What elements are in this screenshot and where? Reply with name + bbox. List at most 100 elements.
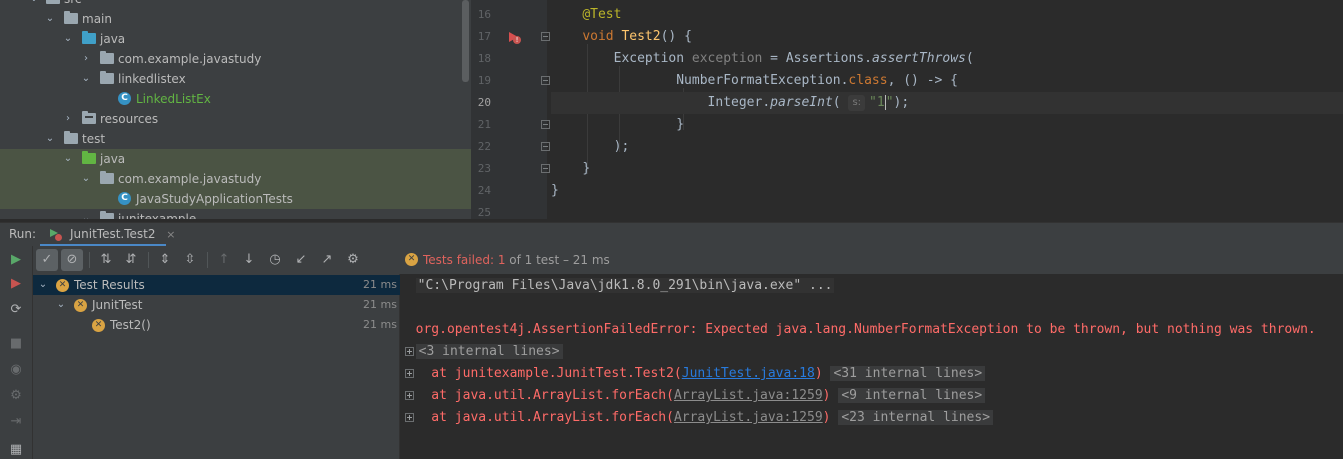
test-failed-icon: ✕ (74, 299, 87, 312)
project-tree: ⌄ src ⌄ main ⌄ java › com.example.javast… (0, 0, 471, 219)
console-output[interactable]: "C:\Program Files\Java\jdk1.8.0_291\bin\… (400, 274, 1343, 459)
source-link[interactable]: ArrayList.java:1259 (674, 388, 823, 403)
toolbar-divider (148, 252, 149, 268)
code-editor[interactable]: 16 17 18 19 20 21 22 23 24 25 ! @Test vo… (471, 0, 1343, 219)
sort-by-duration-icon[interactable]: ⇵ (120, 249, 142, 271)
previous-failed-icon[interactable]: ↑ (213, 249, 235, 271)
show-ignored-icon[interactable]: ⊘ (61, 249, 83, 271)
export-icon[interactable]: ⇥ (8, 414, 24, 430)
tree-item-app-tests[interactable]: C JavaStudyApplicationTests (0, 189, 471, 209)
test-results-tree: ⌄ ✕ Test Results 21 ms ⌄ ✕ JunitTest 21 … (33, 274, 400, 459)
screenshot-icon[interactable]: ◉ (8, 362, 24, 378)
chevron-down-icon[interactable]: ⌄ (28, 0, 40, 9)
tree-item-label: java (100, 32, 126, 46)
tree-item-test-java[interactable]: ⌄ java (0, 149, 471, 169)
chevron-down-icon[interactable]: ⌄ (62, 29, 74, 49)
chevron-down-icon[interactable]: ⌄ (44, 129, 56, 149)
layout-icon[interactable]: ▦ (8, 442, 24, 458)
show-passed-icon[interactable]: ✓ (36, 249, 58, 271)
code-line: Exception exception = Assertions.assertT… (613, 51, 974, 66)
tree-item-test[interactable]: ⌄ test (0, 129, 471, 149)
export-tests-icon[interactable]: ↗ (316, 249, 338, 271)
fold-icon[interactable] (541, 32, 550, 41)
close-tab-icon[interactable]: × (166, 223, 175, 246)
code-line: void Test2() { (582, 29, 692, 44)
tree-item-java[interactable]: ⌄ java (0, 29, 471, 49)
gutter-line: 24 (477, 184, 491, 197)
chevron-down-icon[interactable]: ⌄ (80, 69, 92, 89)
chevron-down-icon[interactable]: ⌄ (80, 169, 92, 189)
code-line: } (676, 117, 685, 132)
code-area[interactable]: @Test void Test2() { Exception exception… (551, 0, 1343, 219)
folder-icon (64, 11, 78, 24)
test-method-test2[interactable]: ✕ Test2() 21 ms (33, 315, 400, 335)
tree-item-src[interactable]: ⌄ src (0, 0, 471, 9)
toggle-auto-test-icon[interactable]: ⟳ (8, 302, 24, 318)
source-link[interactable]: JunitTest.java:18 (682, 366, 815, 381)
run-test-failed-icon[interactable]: ! (506, 30, 521, 44)
stop-icon[interactable]: ■ (8, 336, 24, 352)
test-history-icon[interactable]: ◷ (264, 249, 286, 271)
folded-lines[interactable]: <31 internal lines> (830, 366, 986, 381)
tree-item-main[interactable]: ⌄ main (0, 9, 471, 29)
import-tests-icon[interactable]: ↙ (290, 249, 312, 271)
sort-alphabetically-icon[interactable]: ⇅ (95, 249, 117, 271)
folder-icon (64, 131, 78, 144)
tree-item-junitexample[interactable]: ⌄ junitexample (0, 209, 471, 219)
expand-icon[interactable] (405, 391, 414, 400)
next-failed-icon[interactable]: ↓ (238, 249, 260, 271)
tree-item-resources[interactable]: › resources (0, 109, 471, 129)
fold-icon[interactable] (541, 120, 550, 129)
rerun-icon[interactable]: ▶ (8, 252, 24, 268)
tab-junittest-test2[interactable]: JunitTest.Test2 × (40, 223, 176, 247)
tree-item-label: linkedlistex (118, 72, 186, 86)
gutter-line: 21 (471, 114, 550, 136)
tree-item-package[interactable]: › com.example.javastudy (0, 49, 471, 69)
folded-lines[interactable]: <23 internal lines> (838, 410, 994, 425)
chevron-down-icon[interactable]: ⌄ (55, 295, 67, 315)
toolbar-divider (207, 252, 208, 268)
code-line: } (551, 183, 559, 198)
folded-lines[interactable]: <3 internal lines> (415, 344, 563, 359)
test-results-root[interactable]: ⌄ ✕ Test Results 21 ms (33, 275, 400, 295)
fold-icon[interactable] (541, 142, 550, 151)
tree-item-test-package[interactable]: ⌄ com.example.javastudy (0, 169, 471, 189)
expand-icon[interactable] (405, 413, 414, 422)
fold-icon[interactable] (541, 76, 550, 85)
tree-scrollbar[interactable] (462, 0, 469, 82)
expand-all-icon[interactable]: ⇕ (154, 249, 176, 271)
chevron-down-icon[interactable]: ⌄ (80, 209, 92, 219)
chevron-right-icon[interactable]: › (80, 49, 92, 69)
tree-item-label: resources (100, 112, 159, 126)
run-label: Run: (9, 227, 37, 241)
folded-lines[interactable]: <9 internal lines> (838, 388, 986, 403)
tree-item-linkedlistex-class[interactable]: C LinkedListEx (0, 89, 471, 109)
chevron-down-icon[interactable]: ⌄ (62, 149, 74, 169)
test-class-junittest[interactable]: ⌄ ✕ JunitTest 21 ms (33, 295, 400, 315)
chevron-down-icon[interactable]: ⌄ (37, 275, 49, 295)
import-tests-icon[interactable]: ⚙ (8, 388, 24, 404)
expand-icon[interactable] (405, 369, 414, 378)
rerun-failed-icon[interactable]: ▶ (8, 276, 24, 292)
fold-icon[interactable] (541, 164, 550, 173)
tree-item-linkedlistex[interactable]: ⌄ linkedlistex (0, 69, 471, 89)
chevron-down-icon[interactable]: ⌄ (44, 9, 56, 29)
code-line: ); (613, 139, 630, 154)
class-icon: C (118, 92, 131, 105)
expand-icon[interactable] (405, 347, 414, 356)
test-failed-run-icon (50, 229, 63, 241)
run-side-toolbar: ▶ ▶ ⟳ ■ ◉ ⚙ ⇥ ▦ (0, 246, 33, 459)
gutter-line: 22 (471, 136, 550, 158)
test-runner-toolbar: ✓ ⊘ ⇅ ⇵ ⇕ ⇳ ↑ ↓ ◷ ↙ ↗ ⚙ (33, 246, 400, 274)
source-link[interactable]: ArrayList.java:1259 (674, 410, 823, 425)
test-failed-icon: ✕ (405, 253, 418, 266)
settings-icon[interactable]: ⚙ (342, 249, 364, 271)
collapse-all-icon[interactable]: ⇳ (179, 249, 201, 271)
tree-item-label: com.example.javastudy (118, 172, 262, 186)
package-icon (100, 71, 114, 84)
gutter-line: 25 (477, 206, 491, 219)
console-line: at java.util.ArrayList.forEach(ArrayList… (400, 385, 1343, 407)
tab-label: JunitTest.Test2 (70, 227, 156, 241)
chevron-right-icon[interactable]: › (62, 109, 74, 129)
tree-item-label: main (82, 12, 112, 26)
